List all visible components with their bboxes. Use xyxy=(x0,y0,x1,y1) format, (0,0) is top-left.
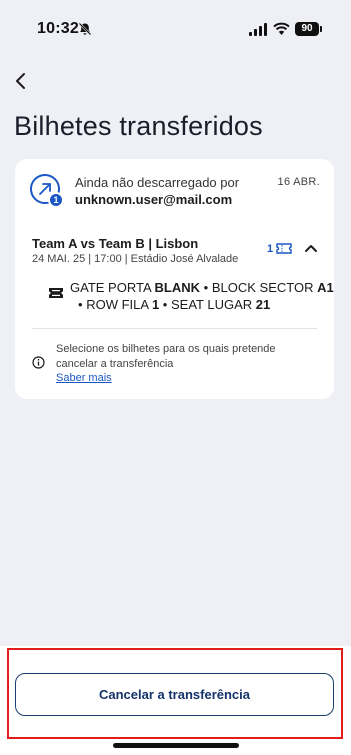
ticket-count: 1 xyxy=(267,243,274,255)
seat-label: SEAT LUGAR xyxy=(170,297,253,312)
chevron-up-icon[interactable] xyxy=(304,243,318,253)
separator: • xyxy=(203,280,209,295)
ticket-icon xyxy=(276,243,292,254)
block-value: A1 xyxy=(317,280,334,295)
transfer-status-text: Ainda não descarregado por xyxy=(75,175,240,190)
event-title: Team A vs Team B | Lisbon xyxy=(32,236,199,251)
transfer-status-icon: 1 xyxy=(30,174,66,210)
recipient-email: unknown.user@mail.com xyxy=(75,192,233,207)
cancel-transfer-button[interactable]: Cancelar a transferência xyxy=(15,673,334,716)
transfer-date: 16 ABR. xyxy=(277,176,320,188)
status-time: 10:32 xyxy=(37,20,79,37)
seat-info-line-1: GATE PORTA BLANK • BLOCK SECTOR A1 xyxy=(70,280,334,295)
chevron-left-icon[interactable] xyxy=(10,68,34,94)
seat-value: 21 xyxy=(255,297,271,312)
battery-icon: 90 xyxy=(295,22,322,36)
separator: • xyxy=(162,297,168,312)
block-label: BLOCK SECTOR xyxy=(211,280,314,295)
status-bar: 10:32 90 xyxy=(0,0,351,60)
gate-value: BLANK xyxy=(154,280,201,295)
signal-icon xyxy=(249,23,267,36)
bell-slash-icon xyxy=(78,22,92,36)
row-label: ROW FILA xyxy=(86,297,149,312)
gate-label: GATE PORTA xyxy=(70,280,151,295)
row-value: 1 xyxy=(151,297,160,312)
learn-more-link[interactable]: Saber mais xyxy=(56,372,112,384)
seat-icon xyxy=(49,288,63,298)
seat-info-line-2: • ROW FILA 1 • SEAT LUGAR 21 xyxy=(78,297,270,312)
info-message: Selecione os bilhetes para os quais pret… xyxy=(56,343,276,370)
event-details: 24 MAI. 25 | 17:00 | Estádio José Alvala… xyxy=(32,253,239,265)
page-title: Bilhetes transferidos xyxy=(14,111,263,141)
wifi-icon xyxy=(273,22,290,35)
separator: • xyxy=(78,297,83,312)
transfer-count-badge: 1 xyxy=(48,192,64,208)
divider xyxy=(32,328,317,329)
transfer-card: 1 Ainda não descarregado por unknown.use… xyxy=(15,159,334,399)
home-indicator xyxy=(113,743,239,748)
info-icon xyxy=(32,356,45,369)
